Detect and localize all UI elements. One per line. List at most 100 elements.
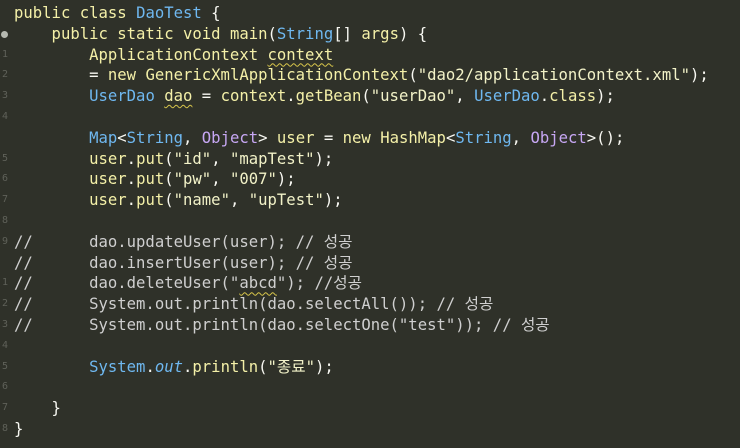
code-token: public class [14, 4, 137, 22]
code-token: println [192, 357, 259, 376]
code-line[interactable]: // dao.deleteUser("abcd"); //성공 [14, 273, 740, 294]
code-editor[interactable]: 1 2 3 4 5 6 7 8 9 1 2 3 4 5 6 7 8 public class DaoTest {… [0, 0, 740, 448]
code-line[interactable]: System.out.println("종료"); [14, 357, 740, 378]
code-token: } [14, 419, 24, 438]
code-token: , [229, 191, 249, 210]
code-line[interactable]: // System.out.println(dao.selectOne("tes… [14, 315, 740, 336]
code-line[interactable]: } [14, 398, 740, 419]
code-token: ) { [398, 24, 428, 43]
code-token: put [136, 170, 165, 189]
code-line[interactable] [14, 377, 740, 398]
code-line[interactable]: user.put("name", "upTest"); [14, 190, 740, 211]
code-token: user [89, 170, 127, 189]
code-token: ); [689, 66, 709, 85]
code-line[interactable]: user.put("id", "mapTest"); [14, 149, 740, 170]
code-token: // System.out.println(dao.selectOne("tes… [14, 315, 550, 334]
code-token: out [154, 357, 184, 376]
code-line[interactable] [14, 211, 740, 232]
line-number: 4 [1, 111, 8, 122]
code-token: GenericXmlApplicationContext [145, 66, 409, 85]
code-token: put [136, 149, 165, 168]
code-token: "pw" [173, 170, 212, 189]
code-token: String [126, 128, 184, 147]
code-token: // dao.updateUser(user); // 성공 [14, 232, 353, 251]
code-token: args [361, 24, 399, 43]
code-token: ); [596, 87, 615, 106]
code-token: ( [408, 66, 418, 85]
code-token: "id" [173, 149, 212, 168]
code-line[interactable]: // dao.insertUser(user); // 성공 [14, 253, 740, 274]
code-token: . [126, 170, 137, 189]
code-line[interactable]: public static void main(String[] args) { [14, 24, 740, 45]
code-token: . [126, 191, 137, 210]
code-line[interactable] [14, 336, 740, 357]
code-token: new [342, 128, 381, 147]
code-token: > [258, 128, 277, 147]
code-line[interactable]: Map<String, Object> user = new HashMap<S… [14, 128, 740, 149]
line-number: 2 [1, 298, 8, 310]
code-token: Map [89, 128, 118, 147]
code-token: . [183, 357, 193, 376]
code-token: ); [315, 357, 334, 376]
code-token: , [511, 128, 531, 147]
code-line[interactable]: = new GenericXmlApplicationContext("dao2… [14, 65, 740, 86]
code-token: , [183, 128, 202, 147]
fold-marker-icon[interactable] [1, 30, 8, 38]
code-token: "userDao" [370, 87, 456, 106]
code-token: user [276, 128, 315, 147]
code-token: , [455, 87, 475, 106]
code-line[interactable]: // System.out.println(dao.selectAll()); … [14, 294, 740, 315]
code-token: user [89, 191, 127, 210]
line-number: 3 [1, 90, 8, 102]
code-token: ); [314, 149, 334, 168]
code-token: DaoTest [136, 4, 202, 22]
code-token: [] [333, 24, 362, 43]
line-number: 9 [1, 235, 8, 247]
code-token: ( [267, 24, 277, 43]
line-number [0, 253, 8, 274]
line-number [0, 128, 8, 149]
code-token: = [314, 128, 343, 147]
line-number: 7 [1, 194, 8, 206]
code-token: = [192, 87, 221, 106]
code-token: abcd [239, 274, 277, 293]
code-line[interactable] [14, 107, 740, 128]
code-token: "name" [173, 191, 230, 210]
code-line[interactable]: ApplicationContext context [14, 45, 740, 66]
code-token: class [549, 87, 597, 106]
code-area[interactable]: public class DaoTest { public static voi… [14, 3, 740, 440]
code-token: . [539, 87, 550, 106]
code-token: "upTest" [248, 191, 324, 210]
code-token: String [276, 24, 334, 43]
code-token: Object [530, 128, 587, 147]
code-token: // dao.deleteUser(" [14, 274, 240, 293]
line-number: 6 [1, 381, 8, 393]
code-line[interactable]: public class DaoTest { [14, 3, 740, 24]
code-line[interactable]: user.put("pw", "007"); [14, 169, 740, 190]
code-token: "dao2/applicationContext.xml" [417, 66, 690, 85]
line-number: 8 [1, 423, 8, 434]
line-number: 6 [1, 173, 8, 185]
code-token: context [220, 87, 287, 106]
code-token: System [89, 357, 146, 376]
line-number: 5 [1, 360, 8, 372]
code-line[interactable]: // dao.updateUser(user); // 성공 [14, 232, 740, 253]
code-line[interactable]: UserDao dao = context.getBean("userDao",… [14, 86, 740, 107]
code-token: // dao.insertUser(user); // 성공 [14, 253, 353, 272]
code-token: , [211, 149, 230, 168]
code-token: HashMap [380, 128, 446, 147]
code-token: main [229, 24, 268, 43]
code-token: < [117, 128, 127, 147]
code-line[interactable]: } [14, 419, 740, 440]
line-number-gutter: 1 2 3 4 5 6 7 8 9 1 2 3 4 5 6 7 8 [0, 0, 10, 448]
code-token: getBean [295, 87, 362, 106]
code-token: put [136, 191, 165, 210]
code-token: "종료" [267, 357, 315, 376]
line-number: 2 [1, 69, 8, 81]
